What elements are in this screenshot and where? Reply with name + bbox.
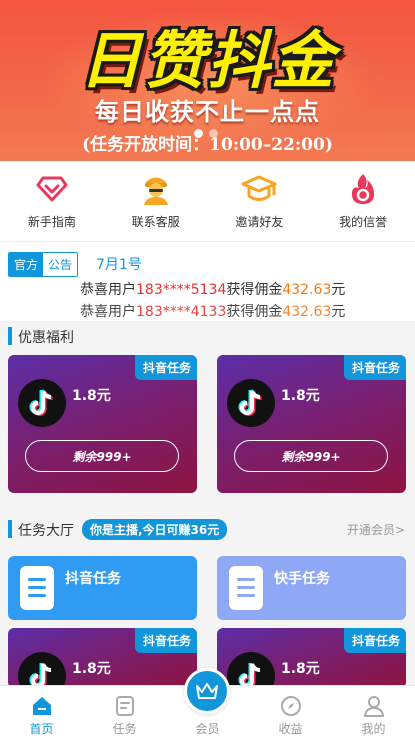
ticker-prefix: 恭喜用户 xyxy=(80,282,136,298)
ticker-line: 恭喜用户183****5134获得佣金432.63元 xyxy=(80,279,410,301)
task-price: 1.8元 xyxy=(281,661,320,677)
member-center-button[interactable] xyxy=(184,668,230,714)
nav-label: 会员 xyxy=(195,722,220,736)
carousel-dot[interactable] xyxy=(209,129,218,138)
nav-label: 收益 xyxy=(278,722,303,736)
ticker-line: 恭喜用户183****4133获得佣金432.63元 xyxy=(80,301,410,321)
ticker-suffix: 元 xyxy=(331,282,346,298)
document-icon xyxy=(229,566,263,610)
notice-tabs: 官方 公告 xyxy=(8,252,79,277)
tiktok-icon xyxy=(227,379,275,427)
section-title: 优惠福利 xyxy=(18,330,74,346)
tab-announcement[interactable]: 公告 xyxy=(43,253,78,276)
nav-label: 我的 xyxy=(361,722,386,736)
tiktok-icon xyxy=(18,652,66,688)
task-card[interactable]: 抖音任务 1.8元 剩余999+ xyxy=(217,355,406,493)
task-icon xyxy=(83,694,166,718)
quick-item-label: 联系客服 xyxy=(131,215,180,229)
carousel-dot-active[interactable] xyxy=(194,129,203,138)
agent-icon xyxy=(104,171,208,207)
section-bar xyxy=(8,520,12,538)
category-name: 抖音任务 xyxy=(65,571,121,587)
category-douyin[interactable]: 抖音任务 xyxy=(8,556,197,620)
ticker-mid: 获得佣金 xyxy=(226,282,283,298)
quick-item-service[interactable]: 联系客服 xyxy=(104,161,208,241)
ticker-prefix: 恭喜用户 xyxy=(80,304,136,320)
section-title: 任务大厅 xyxy=(18,523,74,539)
remaining-button[interactable]: 剩余999+ xyxy=(234,440,388,472)
quick-item-label: 我的信誉 xyxy=(339,215,388,229)
tiktok-icon xyxy=(227,652,275,688)
quick-item-invite[interactable]: 邀请好友 xyxy=(208,161,312,241)
task-card[interactable]: 抖音任务 1.8元 xyxy=(8,628,197,688)
open-membership-link[interactable]: 开通会员> xyxy=(347,521,405,538)
earnings-pill: 你是主播,今日可赚36元 xyxy=(82,519,228,540)
earnings-ticker: 恭喜用户183****5134获得佣金432.63元 恭喜用户183****41… xyxy=(80,279,410,321)
task-price: 1.8元 xyxy=(281,388,320,404)
task-hall-header: 任务大厅 你是主播,今日可赚36元 开通会员> xyxy=(0,515,415,545)
remaining-button[interactable]: 剩余999+ xyxy=(25,440,179,472)
category-kuaishou[interactable]: 快手任务 xyxy=(217,556,406,620)
task-tag: 抖音任务 xyxy=(134,355,197,380)
compass-icon xyxy=(249,694,332,718)
section-bar xyxy=(8,327,12,345)
flame-icon xyxy=(311,171,415,207)
quick-item-credit[interactable]: 我的信誉 xyxy=(311,161,415,241)
quick-item-guide[interactable]: 新手指南 xyxy=(0,161,104,241)
task-card[interactable]: 抖音任务 1.8元 剩余999+ xyxy=(8,355,197,493)
notice-date: 7月1号 xyxy=(96,257,142,273)
task-tag: 抖音任务 xyxy=(134,628,197,653)
task-card[interactable]: 抖音任务 1.8元 xyxy=(217,628,406,688)
home-icon xyxy=(0,694,83,718)
ticker-mid: 获得佣金 xyxy=(226,304,283,320)
nav-home[interactable]: 首页 xyxy=(0,686,83,739)
task-price: 1.8元 xyxy=(72,661,111,677)
task-price: 1.8元 xyxy=(72,388,111,404)
category-name: 快手任务 xyxy=(274,571,330,587)
nav-tasks[interactable]: 任务 xyxy=(83,686,166,739)
tiktok-icon xyxy=(18,379,66,427)
document-icon xyxy=(20,566,54,610)
crown-icon xyxy=(196,683,218,699)
ticker-amount: 432.63 xyxy=(282,304,332,320)
banner-title: 日赞抖金 xyxy=(79,24,336,97)
nav-label: 首页 xyxy=(29,722,54,736)
notice-bar: 官方 公告 7月1号 恭喜用户183****5134获得佣金432.63元 恭喜… xyxy=(0,241,415,321)
quick-menu: 新手指南 联系客服 邀请好友 我的信誉 xyxy=(0,161,415,241)
task-tag: 抖音任务 xyxy=(343,355,406,380)
promo-banner[interactable]: 日赞抖金 每日收获不止一点点 (任务开放时间：10:00–22:00) xyxy=(0,0,415,161)
quick-item-label: 邀请好友 xyxy=(235,215,284,229)
carousel-dots xyxy=(194,129,218,138)
ticker-suffix: 元 xyxy=(331,304,346,320)
tab-official[interactable]: 官方 xyxy=(9,253,44,276)
user-icon xyxy=(332,694,415,718)
quick-item-label: 新手指南 xyxy=(27,215,76,229)
nav-mine[interactable]: 我的 xyxy=(332,686,415,739)
task-tag: 抖音任务 xyxy=(343,628,406,653)
ticker-amount: 432.63 xyxy=(282,282,332,298)
nav-earnings[interactable]: 收益 xyxy=(249,686,332,739)
nav-label: 任务 xyxy=(112,722,137,736)
banner-subtitle: 每日收获不止一点点 xyxy=(95,98,320,126)
ticker-phone: 183****5134 xyxy=(136,282,227,298)
ticker-phone: 183****4133 xyxy=(136,304,227,320)
diamond-icon xyxy=(0,171,104,207)
graduation-cap-icon xyxy=(208,171,312,207)
benefits-header: 优惠福利 xyxy=(0,322,415,352)
